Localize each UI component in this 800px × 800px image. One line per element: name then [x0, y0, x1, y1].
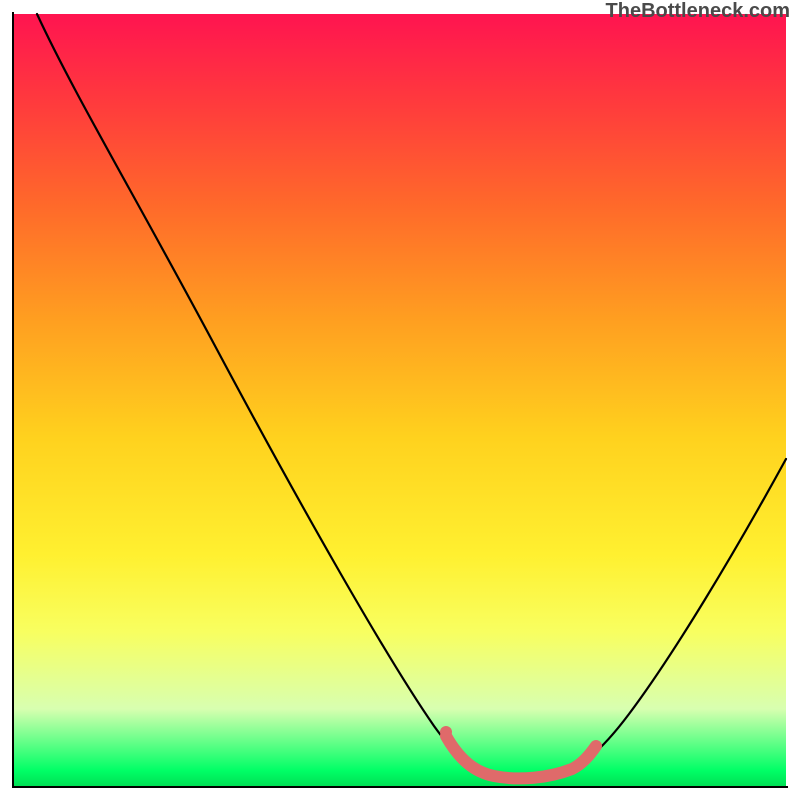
highlight-start-dot — [440, 726, 452, 738]
highlight-band — [446, 736, 596, 778]
y-axis — [12, 12, 14, 788]
chart-container: TheBottleneck.com — [0, 0, 800, 800]
chart-svg — [14, 14, 786, 786]
x-axis — [12, 786, 788, 788]
main-curve — [37, 14, 786, 778]
watermark-text: TheBottleneck.com — [606, 0, 790, 23]
